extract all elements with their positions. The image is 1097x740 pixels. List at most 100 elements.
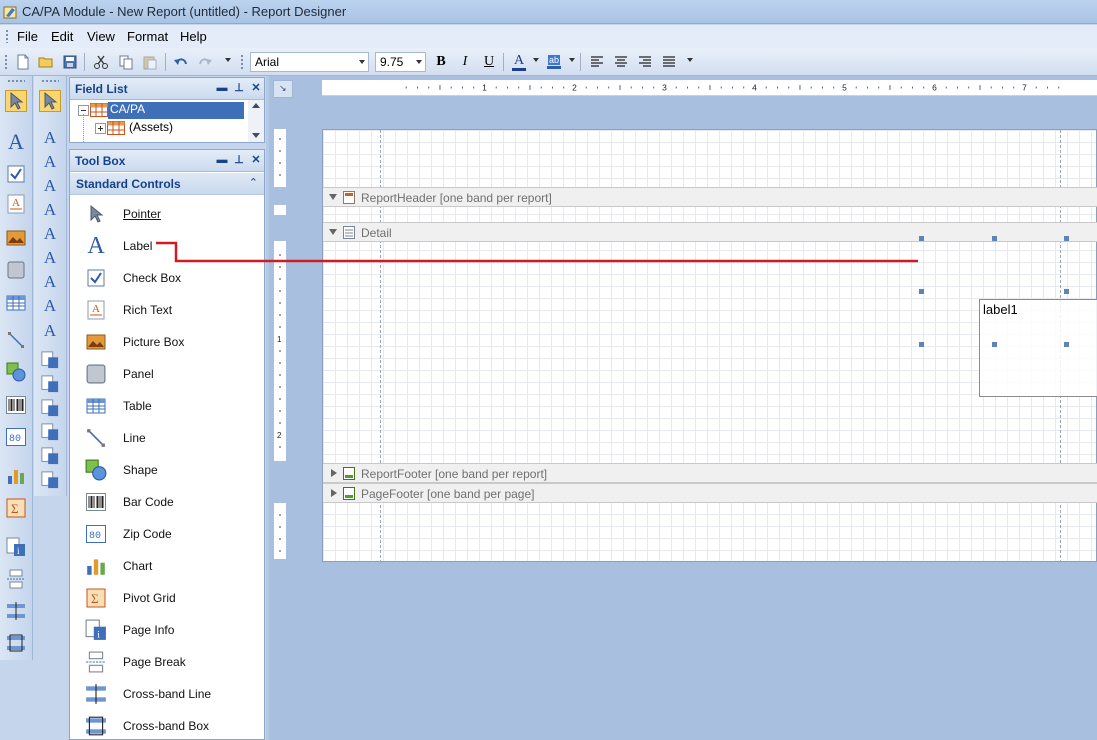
expand-icon[interactable]	[95, 123, 106, 134]
band-detail[interactable]: Detail	[323, 222, 1097, 242]
label-tool-button-8[interactable]: A	[39, 271, 61, 293]
open-button[interactable]	[36, 52, 56, 72]
zipcode-tool-button[interactable]: 80	[5, 426, 27, 448]
label-tool-button-2[interactable]: A	[39, 127, 61, 149]
copy-button[interactable]	[116, 52, 136, 72]
toolbox-item-chart[interactable]: Chart	[70, 550, 264, 582]
expand-band-icon[interactable]	[331, 469, 337, 477]
label-control[interactable]: label1	[979, 299, 1097, 397]
format-toolbar-grip[interactable]	[240, 54, 244, 70]
align-center-button[interactable]	[611, 52, 631, 72]
close-icon[interactable]: ✕	[250, 82, 262, 94]
font-color-button[interactable]: A	[509, 52, 529, 72]
font-family-combo[interactable]: Arial	[250, 52, 369, 72]
undo-button[interactable]	[171, 52, 191, 72]
resize-handle[interactable]	[992, 342, 997, 347]
underline-button[interactable]: U	[479, 52, 499, 72]
toolbox-item-pointer[interactable]: Pointer	[70, 198, 264, 230]
collapse-band-icon[interactable]	[329, 229, 337, 235]
back-color-dropdown-icon[interactable]	[569, 58, 575, 62]
toolbox-item-shape[interactable]: Shape	[70, 454, 264, 486]
menu-view[interactable]: View	[87, 29, 115, 44]
page-info-tool-button-4[interactable]	[39, 397, 61, 419]
back-color-button[interactable]: ab	[544, 52, 564, 72]
toolbox-category[interactable]: Standard Controls ⌃	[70, 173, 264, 195]
pin-icon[interactable]: ⊥	[233, 154, 245, 166]
band-page-footer[interactable]: PageFooter [one band per page]	[323, 483, 1097, 503]
page-info-tool-button-3[interactable]	[39, 373, 61, 395]
scroll-up-icon[interactable]	[252, 103, 260, 108]
chart-tool-button[interactable]	[5, 465, 27, 487]
toolbox-item-label[interactable]: A Label	[70, 230, 264, 262]
page-info-tool-button-6[interactable]	[39, 445, 61, 467]
new-report-button[interactable]	[13, 52, 33, 72]
toolbox-item-table[interactable]: Table	[70, 390, 264, 422]
table-tool-button[interactable]	[5, 292, 27, 314]
pivot-grid-tool-button[interactable]: Σ	[5, 497, 27, 519]
pointer-tool-button-2[interactable]	[39, 90, 61, 112]
toolbox-item-picture-box[interactable]: Picture Box	[70, 326, 264, 358]
menu-edit[interactable]: Edit	[51, 29, 73, 44]
ruler-corner-button[interactable]: ↘	[273, 80, 293, 98]
label-tool-button-5[interactable]: A	[39, 199, 61, 221]
label-tool-button-4[interactable]: A	[39, 175, 61, 197]
resize-handle[interactable]	[1064, 236, 1069, 241]
toolbox-item-page-break[interactable]: Page Break	[70, 646, 264, 678]
band-report-footer[interactable]: ReportFooter [one band per report]	[323, 463, 1097, 483]
menu-help[interactable]: Help	[180, 29, 207, 44]
resize-handle[interactable]	[1064, 289, 1069, 294]
toolbar-overflow-icon[interactable]	[225, 58, 231, 62]
font-size-combo[interactable]: 9.75	[375, 52, 426, 72]
toolbox-item-panel[interactable]: Panel	[70, 358, 264, 390]
rich-text-tool-button[interactable]: A	[5, 193, 27, 215]
toolbox-item-zipcode[interactable]: 80 Zip Code	[70, 518, 264, 550]
page-info-tool-button[interactable]: i	[5, 536, 27, 558]
collapse-band-icon[interactable]	[329, 194, 337, 200]
tree-item-capa[interactable]: CA/PA	[108, 102, 244, 119]
save-button[interactable]	[60, 52, 80, 72]
font-color-dropdown-icon[interactable]	[533, 58, 539, 62]
expand-band-icon[interactable]	[331, 489, 337, 497]
resize-handle[interactable]	[919, 236, 924, 241]
format-toolbar-overflow-icon[interactable]	[687, 58, 693, 62]
label-tool-button-3[interactable]: A	[39, 151, 61, 173]
label-tool-button-10[interactable]: A	[39, 320, 61, 342]
resize-handle[interactable]	[919, 342, 924, 347]
panel-tool-button[interactable]	[5, 259, 27, 281]
justify-button[interactable]	[659, 52, 679, 72]
toolbox-item-cross-band-line[interactable]: Cross-band Line	[70, 678, 264, 710]
align-right-button[interactable]	[635, 52, 655, 72]
pointer-tool-button[interactable]	[5, 90, 27, 112]
page-info-tool-button-2[interactable]	[39, 349, 61, 371]
menu-format[interactable]: Format	[127, 29, 168, 44]
cut-button[interactable]	[91, 52, 111, 72]
shape-tool-button[interactable]	[5, 361, 27, 383]
layout-toolbar-grip[interactable]	[7, 79, 25, 83]
page-info-tool-button-5[interactable]	[39, 421, 61, 443]
menu-file[interactable]: File	[17, 29, 38, 44]
resize-handle[interactable]	[1064, 342, 1069, 347]
align-left-button[interactable]	[587, 52, 607, 72]
barcode-tool-button[interactable]	[5, 394, 27, 416]
tree-item-assets[interactable]: (Assets)	[127, 120, 237, 137]
close-icon[interactable]: ✕	[250, 154, 262, 166]
resize-handle[interactable]	[919, 289, 924, 294]
toolbox-item-barcode[interactable]: Bar Code	[70, 486, 264, 518]
alignment-toolbar-grip[interactable]	[41, 79, 59, 83]
toolbox-item-pivot-grid[interactable]: Σ Pivot Grid	[70, 582, 264, 614]
bold-button[interactable]: B	[431, 52, 451, 72]
label-tool-button-6[interactable]: A	[39, 223, 61, 245]
menubar-grip[interactable]	[5, 29, 9, 43]
toolbox-item-page-info[interactable]: i Page Info	[70, 614, 264, 646]
field-list-scrollbar[interactable]	[248, 100, 264, 142]
redo-button[interactable]	[195, 52, 215, 72]
band-report-header[interactable]: ReportHeader [one band per report]	[323, 187, 1097, 207]
picture-box-tool-button[interactable]	[5, 227, 27, 249]
page-info-tool-button-7[interactable]	[39, 469, 61, 491]
toolbox-item-checkbox[interactable]: Check Box	[70, 262, 264, 294]
toolbox-item-line[interactable]: Line	[70, 422, 264, 454]
italic-button[interactable]: I	[455, 52, 475, 72]
window-menu-icon[interactable]: ▬	[216, 82, 228, 94]
checkbox-tool-button[interactable]	[5, 163, 27, 185]
label-tool-button-7[interactable]: A	[39, 247, 61, 269]
